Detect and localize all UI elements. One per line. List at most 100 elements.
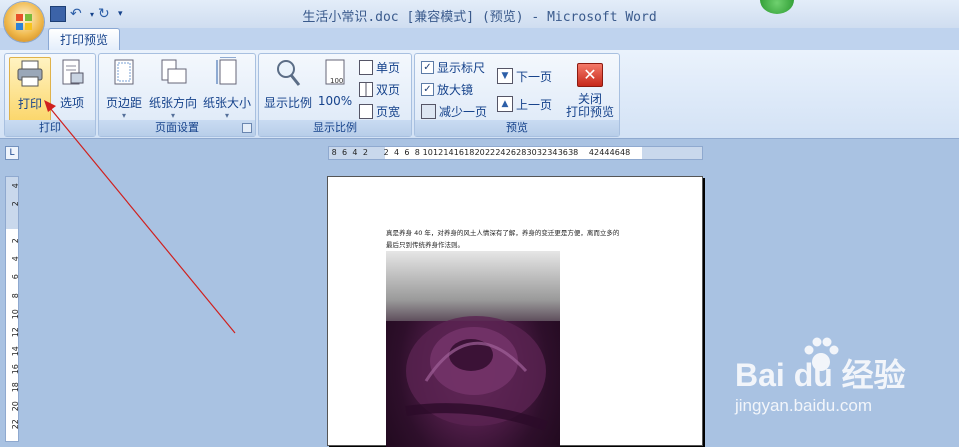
hruler-tick-label: 48 (620, 148, 631, 157)
svg-text:100: 100 (330, 77, 343, 85)
hruler-tick-label: 18 (464, 148, 475, 157)
ruler-corner-tab-selector[interactable]: L (5, 146, 19, 160)
watermark-url: jingyan.baidu.com (735, 396, 873, 415)
previous-page-label: 上一页 (516, 97, 553, 112)
office-logo-icon (16, 14, 32, 30)
orientation-dropdown-icon: ▾ (170, 111, 175, 120)
hruler-tick-label: 10 (422, 148, 433, 157)
two-pages-icon (359, 81, 373, 97)
close-preview-button[interactable]: ✕ 关闭 打印预览 (563, 57, 617, 119)
baidu-jingyan-watermark: Bai du 经验 jingyan.baidu.com (735, 337, 955, 430)
zoom-button[interactable]: 显示比例 (262, 57, 314, 111)
options-button[interactable]: 选项 (53, 57, 91, 111)
group-page-setup: 页边距 ▾ 纸张方向 ▾ 纸张大小 ▾ 页面设置 (98, 53, 256, 137)
one-page-button[interactable]: 单页 (359, 58, 400, 76)
rose-image (386, 251, 560, 447)
margins-dropdown-icon: ▾ (121, 111, 126, 120)
hruler-tick-label: 32 (536, 148, 548, 157)
vruler-tick-label: 2 (11, 201, 20, 207)
hruler-tick-label: 2 (383, 148, 389, 157)
vruler-tick-label: 2 (11, 238, 20, 244)
next-page-icon: ▼ (497, 68, 513, 84)
vruler-tick-label: 22 (11, 418, 20, 430)
close-preview-label: 关闭 打印预览 (565, 92, 614, 119)
hruler-tick-label: 6 (404, 148, 410, 157)
ruler-right-margin (642, 147, 702, 159)
vruler-tick-label: 18 (11, 382, 20, 393)
one-page-icon (359, 59, 373, 75)
hruler-tick-label: 6 (342, 148, 348, 157)
vruler-tick-label: 12 (11, 327, 20, 338)
vruler-tick-label: 16 (11, 364, 20, 375)
shrink-one-page-button[interactable]: 减少一页 (421, 102, 487, 120)
orientation-button[interactable]: 纸张方向 ▾ (147, 57, 199, 120)
orientation-label: 纸张方向 (148, 96, 197, 110)
vruler-tick-label: 4 (11, 183, 20, 189)
group-preview: ✓ 显示标尺 ✓ 放大镜 减少一页 ▼ 下一页 ▲ 上一页 ✕ 关闭 打印预览 … (414, 53, 620, 137)
hruler-tick-label: 4 (393, 148, 400, 157)
vertical-ruler-ticks: 4 2 2 4 6 8 10 12 14 16 18 20 22 (7, 177, 20, 433)
ribbon: 打印 选项 打印 页边距 ▾ 纸张方向 ▾ 纸张大小 ▾ 页面设置 显示比例 1… (0, 50, 959, 139)
two-pages-button[interactable]: 双页 (359, 80, 400, 98)
hruler-tick-label: 30 (526, 148, 537, 157)
hruler-tick-label: 44 (599, 148, 610, 157)
close-icon: ✕ (577, 63, 603, 87)
margins-label: 页边距 (105, 96, 142, 110)
hruler-tick-label: 42 (588, 148, 600, 157)
group-label-page-setup: 页面设置 (99, 120, 255, 136)
hruler-tick-label: 46 (609, 148, 620, 157)
zoom-100-button[interactable]: 100 100% (317, 57, 353, 108)
hruler-tick-label: 8 (331, 148, 337, 157)
paper-size-icon (216, 56, 237, 85)
vruler-tick-label: 8 (11, 293, 20, 299)
magnifier-checkbox[interactable]: ✓ 放大镜 (421, 80, 473, 98)
page-setup-launcher-icon[interactable] (242, 123, 252, 133)
hruler-tick-label: 12 (433, 148, 444, 157)
office-button[interactable] (4, 2, 44, 42)
preview-page[interactable]: 真是养身 40 年，对养身的风土人情深有了解，养身的变迁更是方便，离而立多的 最… (327, 176, 703, 447)
vruler-tick-label: 10 (11, 309, 20, 320)
tab-print-preview[interactable]: 打印预览 (48, 28, 120, 50)
page-text-line-2: 最后只到传统养身作法则。 (386, 241, 464, 249)
hruler-tick-label: 22 (484, 148, 496, 157)
group-label-zoom: 显示比例 (259, 120, 411, 136)
magnifier-icon (277, 60, 301, 86)
rose-petals-drawing (405, 316, 548, 431)
hruler-tick-label: 38 (568, 148, 579, 157)
page-text-line-1: 真是养身 40 年，对养身的风土人情深有了解，养身的变迁更是方便，离而立多的 (386, 229, 620, 237)
show-ruler-check-icon: ✓ (421, 60, 434, 74)
group-print: 打印 选项 打印 (4, 53, 96, 137)
horizontal-ruler-ticks: 8 6 4 2 2 4 6 8 101214161820222426283032343638 42… (329, 147, 631, 159)
hruler-tick-label: 16 (453, 148, 464, 157)
paper-size-button[interactable]: 纸张大小 ▾ (201, 56, 253, 120)
group-label-print: 打印 (5, 120, 95, 136)
hruler-tick-label: 20 (474, 148, 485, 157)
previous-page-button[interactable]: ▲ 上一页 (497, 95, 552, 113)
one-page-label: 单页 (376, 60, 401, 75)
group-label-preview: 预览 (415, 120, 619, 136)
horizontal-ruler[interactable]: 8 6 4 2 2 4 6 8 101214161820222426283032343638 42… (328, 146, 703, 160)
window-title: 生活小常识.doc [兼容模式] (预览) - Microsoft Word (302, 10, 657, 25)
hruler-tick-label: 26 (505, 148, 516, 157)
vruler-tick-label: 20 (11, 400, 20, 411)
vruler-tick-label: 6 (11, 275, 20, 281)
page-width-label: 页宽 (376, 104, 401, 119)
page-width-button[interactable]: 页宽 (359, 102, 400, 120)
print-button[interactable]: 打印 (9, 57, 51, 123)
hruler-tick-label: 36 (557, 148, 568, 157)
page-width-icon (359, 103, 373, 119)
two-pages-label: 双页 (376, 82, 401, 97)
next-page-button[interactable]: ▼ 下一页 (497, 67, 552, 85)
show-ruler-label: 显示标尺 (437, 60, 486, 75)
margins-button[interactable]: 页边距 ▾ (103, 57, 145, 120)
title-bar: ↶ ▾ ↻ ▾ 生活小常识.doc [兼容模式] (预览) - Microsof… (0, 0, 959, 28)
zoom-100-label: 100% (317, 94, 353, 108)
hruler-tick-label: 2 (362, 148, 368, 157)
hruler-tick-label: 34 (547, 148, 558, 157)
group-zoom: 显示比例 100 100% 单页 双页 页宽 显示比例 (258, 53, 412, 137)
show-ruler-checkbox[interactable]: ✓ 显示标尺 (421, 58, 485, 76)
orientation-icon (161, 59, 187, 84)
vertical-ruler[interactable]: 4 2 2 4 6 8 10 12 14 16 18 20 22 (5, 176, 20, 442)
margins-icon (114, 59, 134, 85)
paper-size-label: 纸张大小 (202, 96, 251, 110)
